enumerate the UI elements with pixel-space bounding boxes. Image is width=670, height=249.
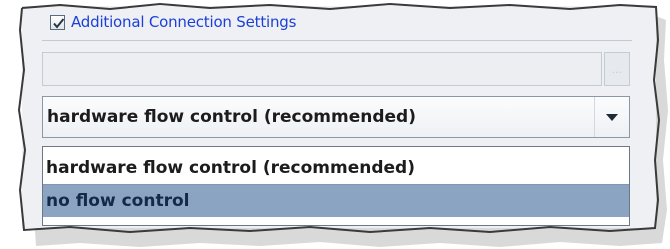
flow-control-select[interactable]: hardware flow control (recommended) bbox=[42, 96, 630, 138]
disabled-browse-button: ... bbox=[604, 52, 630, 86]
connection-settings-panel: Additional Connection Settings ... hardw… bbox=[22, 6, 656, 228]
option-no-flow-control[interactable]: no flow control bbox=[43, 184, 629, 217]
option-hardware-flow-control[interactable]: hardware flow control (recommended) bbox=[43, 151, 629, 184]
additional-settings-checkbox[interactable] bbox=[50, 14, 65, 30]
dropdown-arrow-button[interactable] bbox=[594, 97, 629, 137]
disabled-connection-field bbox=[42, 52, 602, 86]
flow-control-selected-value: hardware flow control (recommended) bbox=[47, 107, 416, 127]
screenshot-stage: Additional Connection Settings ... hardw… bbox=[0, 0, 670, 249]
check-icon bbox=[53, 17, 65, 29]
group-separator bbox=[42, 40, 632, 41]
additional-settings-header: Additional Connection Settings bbox=[50, 10, 296, 34]
additional-settings-label[interactable]: Additional Connection Settings bbox=[71, 13, 296, 31]
flow-control-options-list: hardware flow control (recommended) no f… bbox=[42, 146, 630, 226]
chevron-down-icon bbox=[606, 113, 618, 121]
